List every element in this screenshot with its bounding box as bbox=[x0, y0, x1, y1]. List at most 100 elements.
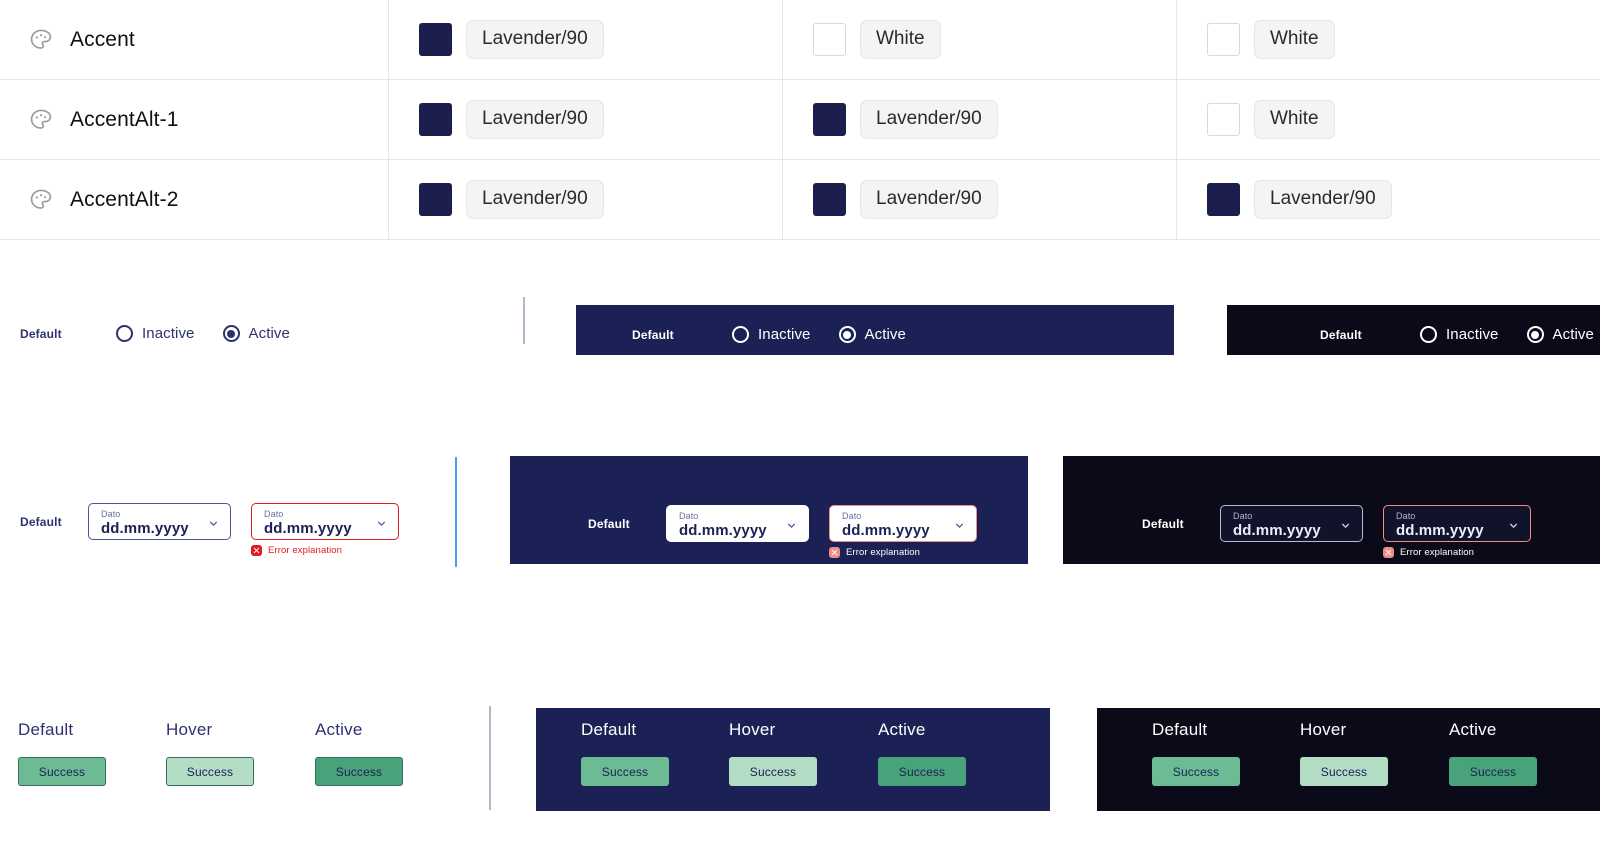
button-state-heading: Default bbox=[581, 720, 637, 739]
token-name: AccentAlt-1 bbox=[70, 107, 179, 131]
palette-icon bbox=[28, 107, 54, 133]
color-swatch bbox=[1207, 103, 1240, 136]
color-chip[interactable]: Lavender/90 bbox=[466, 180, 604, 219]
radio-active[interactable]: Active bbox=[1526, 326, 1594, 343]
success-button-default[interactable]: Success bbox=[581, 757, 669, 786]
date-row-navy: Default Dato dd.mm.yyyy Dato dd.mm.yyyy … bbox=[588, 505, 977, 558]
color-swatch bbox=[419, 103, 452, 136]
palette-icon bbox=[28, 27, 54, 53]
radio-inactive[interactable]: Inactive bbox=[732, 326, 811, 343]
radio-label: Inactive bbox=[758, 326, 811, 343]
chevron-down-icon[interactable] bbox=[786, 518, 797, 529]
button-state-active-navy: Active Success bbox=[878, 720, 966, 786]
date-caption: Dato bbox=[842, 510, 862, 521]
token-value-cell: Lavender/90 bbox=[783, 79, 1177, 160]
chevron-down-icon[interactable] bbox=[208, 516, 219, 527]
radio-group-navy: Default Inactive Active bbox=[632, 326, 906, 343]
success-button-hover[interactable]: Success bbox=[729, 757, 817, 786]
section-divider-button bbox=[489, 706, 491, 810]
radio-label: Active bbox=[248, 325, 290, 342]
token-name: AccentAlt-2 bbox=[70, 187, 179, 211]
token-value-cell: White bbox=[783, 0, 1177, 80]
button-state-hover-black: Hover Success bbox=[1300, 720, 1388, 786]
date-input-error[interactable]: Dato dd.mm.yyyy bbox=[829, 505, 977, 542]
color-swatch bbox=[1207, 23, 1240, 56]
radio-inactive[interactable]: Inactive bbox=[116, 325, 195, 342]
date-input-error[interactable]: Dato dd.mm.yyyy bbox=[1383, 505, 1531, 542]
date-caption: Dato bbox=[1233, 510, 1253, 521]
error-icon bbox=[829, 547, 840, 558]
date-field-error[interactable]: Dato dd.mm.yyyy Error explanation bbox=[1383, 505, 1531, 558]
date-field-default[interactable]: Dato dd.mm.yyyy bbox=[666, 505, 809, 542]
error-icon bbox=[251, 545, 262, 556]
color-swatch bbox=[813, 103, 846, 136]
button-state-heading: Default bbox=[1152, 720, 1208, 739]
token-name-cell: AccentAlt-1 bbox=[0, 79, 389, 160]
success-button-active[interactable]: Success bbox=[1449, 757, 1537, 786]
chevron-down-icon[interactable] bbox=[1508, 518, 1519, 529]
button-state-heading: Hover bbox=[1300, 720, 1347, 739]
button-state-heading: Hover bbox=[729, 720, 776, 739]
date-field-error[interactable]: Dato dd.mm.yyyy Error explanation bbox=[251, 503, 399, 556]
token-value-cell: White bbox=[1177, 80, 1597, 160]
radio-circle-icon bbox=[1420, 326, 1437, 343]
error-message: Error explanation bbox=[1383, 547, 1531, 558]
button-state-active-black: Active Success bbox=[1449, 720, 1537, 786]
radio-circle-icon bbox=[732, 326, 749, 343]
date-input[interactable]: Dato dd.mm.yyyy bbox=[88, 503, 231, 540]
date-field-error[interactable]: Dato dd.mm.yyyy Error explanation bbox=[829, 505, 977, 558]
success-button-default[interactable]: Success bbox=[18, 757, 106, 786]
token-value-cell: Lavender/90 bbox=[1177, 160, 1597, 240]
success-button-default[interactable]: Success bbox=[1152, 757, 1240, 786]
token-name-cell: Accent bbox=[0, 0, 389, 80]
date-field-default[interactable]: Dato dd.mm.yyyy bbox=[88, 503, 231, 540]
radio-state-label: Default bbox=[1320, 327, 1362, 342]
chevron-down-icon[interactable] bbox=[376, 516, 387, 527]
button-state-heading: Active bbox=[1449, 720, 1497, 739]
date-field-default[interactable]: Dato dd.mm.yyyy bbox=[1220, 505, 1363, 542]
date-row-light: Default Dato dd.mm.yyyy Dato dd.mm.yyyy … bbox=[20, 503, 399, 556]
color-swatch bbox=[813, 183, 846, 216]
radio-selected-icon bbox=[1526, 326, 1544, 343]
button-state-heading: Active bbox=[315, 720, 363, 739]
radio-active[interactable]: Active bbox=[222, 325, 290, 342]
error-icon bbox=[1383, 547, 1394, 558]
token-value-cell: Lavender/90 bbox=[389, 159, 783, 240]
radio-state-label: Default bbox=[20, 326, 62, 341]
success-button-active[interactable]: Success bbox=[878, 757, 966, 786]
date-input[interactable]: Dato dd.mm.yyyy bbox=[666, 505, 809, 542]
date-caption: Dato bbox=[679, 510, 699, 521]
table-row: Accent Lavender/90 White White bbox=[0, 0, 1600, 80]
color-chip[interactable]: White bbox=[860, 20, 941, 59]
success-button-hover[interactable]: Success bbox=[1300, 757, 1388, 786]
success-button-hover[interactable]: Success bbox=[166, 757, 254, 786]
radio-label: Inactive bbox=[142, 325, 195, 342]
radio-group-black: Default Inactive Active bbox=[1320, 326, 1594, 343]
success-button-active[interactable]: Success bbox=[315, 757, 403, 786]
color-chip[interactable]: Lavender/90 bbox=[466, 20, 604, 59]
radio-inactive[interactable]: Inactive bbox=[1420, 326, 1499, 343]
chevron-down-icon[interactable] bbox=[1340, 518, 1351, 529]
palette-icon bbox=[28, 187, 54, 213]
color-swatch bbox=[1207, 183, 1240, 216]
date-input-error[interactable]: Dato dd.mm.yyyy bbox=[251, 503, 399, 540]
date-input[interactable]: Dato dd.mm.yyyy bbox=[1220, 505, 1363, 542]
error-text: Error explanation bbox=[268, 545, 343, 556]
color-swatch bbox=[419, 183, 452, 216]
color-chip[interactable]: White bbox=[1254, 20, 1335, 59]
radio-circle-icon bbox=[116, 325, 133, 342]
token-value-cell: Lavender/90 bbox=[783, 159, 1177, 240]
color-chip[interactable]: Lavender/90 bbox=[860, 180, 998, 219]
date-value: dd.mm.yyyy bbox=[1233, 521, 1321, 539]
date-row-black: Default Dato dd.mm.yyyy Dato dd.mm.yyyy … bbox=[1142, 505, 1531, 558]
color-chip[interactable]: Lavender/90 bbox=[466, 100, 604, 139]
token-value-cell: Lavender/90 bbox=[389, 79, 783, 160]
color-chip[interactable]: Lavender/90 bbox=[1254, 180, 1392, 219]
chevron-down-icon[interactable] bbox=[954, 518, 965, 529]
color-chip[interactable]: White bbox=[1254, 100, 1335, 139]
date-state-label: Default bbox=[20, 515, 62, 529]
section-divider-date bbox=[455, 457, 457, 567]
radio-active[interactable]: Active bbox=[838, 326, 906, 343]
color-chip[interactable]: Lavender/90 bbox=[860, 100, 998, 139]
color-swatch bbox=[419, 23, 452, 56]
